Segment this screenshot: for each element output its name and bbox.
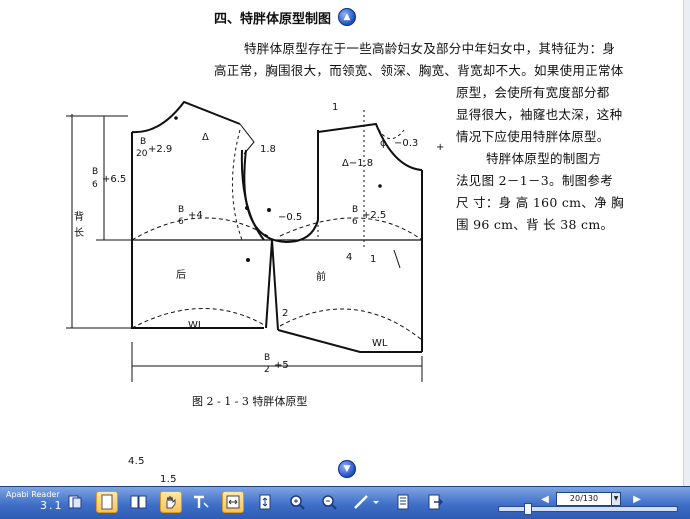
- paragraph-line: 高正常，胸围很大，而领宽、领深、胸宽、背宽却不大。如果使用正常体: [214, 63, 624, 78]
- side-two-label: 2: [282, 308, 288, 319]
- scroll-down-icon[interactable]: ▼: [338, 460, 356, 478]
- fit-page-icon: [259, 494, 271, 510]
- paragraph-line: 显得很大，袖窿也太深，这种: [456, 107, 623, 122]
- export-button[interactable]: [424, 491, 446, 513]
- b-denominator: 6: [92, 180, 98, 190]
- back-width-label: +2.9: [148, 144, 172, 155]
- paragraph-line: 围 96 cm、背 长 38 cm。: [456, 217, 614, 232]
- front-piece-label: 前: [316, 270, 326, 283]
- fit-width-button[interactable]: [222, 491, 244, 513]
- front-bust-label: +2.5: [362, 210, 386, 221]
- hand-icon: [166, 495, 176, 509]
- front-hem: [277, 329, 422, 353]
- pen-icon: [354, 495, 368, 509]
- side-seam-front: [271, 239, 279, 331]
- b6-denominator-front: 6: [352, 217, 358, 227]
- reader-toolbar: Apabi Reader 3.1 ◀ 20/130 ▼ ▶: [0, 486, 690, 519]
- bust-addition-label: +6.5: [102, 174, 126, 185]
- b2-denominator: 2: [264, 365, 270, 375]
- top-one-label: 1: [332, 102, 338, 113]
- waist-line-right: WL: [372, 338, 388, 349]
- paragraph-line: 尺 寸：身 高 160 cm、净 胸: [456, 195, 624, 210]
- back-length-label-1: 背: [74, 210, 84, 223]
- paragraph-line: 特胖体原型的制图方: [486, 151, 602, 166]
- figure-caption: 图 2 - 1 - 3 特胖体原型: [192, 395, 308, 408]
- page-slider-thumb[interactable]: [524, 503, 532, 515]
- scroll-up-icon[interactable]: ▲: [338, 8, 356, 26]
- bookmark-button[interactable]: [392, 491, 414, 513]
- phi-label: ϕ: [380, 138, 387, 149]
- two-page-icon: [130, 495, 147, 509]
- b20-denominator: 20: [136, 149, 148, 159]
- zoom-out-icon: [322, 495, 337, 510]
- next-figure-label: 4.5: [128, 456, 145, 467]
- app-version: 3.1: [40, 499, 64, 512]
- armhole-label: −0.5: [278, 212, 302, 223]
- chevron-down-icon: [373, 501, 379, 504]
- thumbnails-icon: [68, 495, 82, 509]
- page-indicator[interactable]: 20/130: [556, 492, 612, 506]
- b20-numerator: B: [140, 137, 146, 147]
- document-page: 四、特胖体原型制图 ▲ 特胖体原型存在于一些高龄妇女及部分中年妇女中，其特征为：…: [0, 0, 690, 486]
- back-length-label-2: 长: [74, 227, 84, 239]
- annotation-dropdown-button[interactable]: [370, 491, 382, 513]
- fit-width-icon: [226, 495, 240, 509]
- zoom-out-button[interactable]: [318, 491, 340, 513]
- single-page-view-button[interactable]: [96, 491, 118, 513]
- single-page-icon: [101, 494, 113, 510]
- section-heading: 四、特胖体原型制图: [214, 12, 332, 27]
- back-bust-label: +4: [188, 210, 203, 221]
- b6-denominator-back: 6: [178, 217, 184, 227]
- hand-tool-button[interactable]: [160, 491, 182, 513]
- b-numerator: B: [92, 167, 98, 177]
- side-seam-back: [265, 239, 273, 329]
- b6-numerator-front: B: [352, 205, 358, 215]
- vertical-scrollbar[interactable]: [683, 0, 690, 486]
- paragraph-line: 原型，会使所有宽度部分都: [456, 85, 610, 100]
- next-figure-label: 1.5: [160, 474, 177, 485]
- one-right-label: 1: [370, 254, 376, 265]
- app-name: Apabi Reader: [6, 490, 60, 499]
- back-piece-label: 后: [176, 269, 186, 281]
- page-thumbnails-button[interactable]: [64, 491, 86, 513]
- front-shoulder-label: Δ−1.8: [342, 158, 373, 169]
- b6-numerator-back: B: [178, 205, 184, 215]
- paragraph-line: 特胖体原型存在于一些高龄妇女及部分中年妇女中，其特征为：身: [244, 41, 616, 56]
- next-page-icon[interactable]: ▶: [630, 492, 644, 506]
- pen-annotation-button[interactable]: [350, 491, 372, 513]
- page-dropdown-icon[interactable]: ▼: [611, 492, 621, 506]
- zoom-in-button[interactable]: [286, 491, 308, 513]
- delta-label: Δ: [202, 132, 209, 143]
- four-label: 4: [346, 252, 352, 263]
- text-select-icon: [194, 495, 209, 508]
- hem-width-label: +5: [274, 360, 289, 371]
- text-select-button[interactable]: [190, 491, 212, 513]
- zoom-in-icon: [290, 495, 305, 510]
- b2-numerator: B: [264, 353, 270, 363]
- previous-page-icon[interactable]: ◀: [538, 492, 552, 506]
- back-shoulder: [131, 100, 241, 134]
- pattern-drawing: 背 长 B 6 +6.5 B 20 +2.9 Δ 1.8 B 6 +4 −0.5…: [66, 100, 444, 382]
- front-neck-label: −0.3: [394, 138, 418, 149]
- waist-line-left: WL: [188, 320, 204, 331]
- fit-page-button[interactable]: [254, 491, 276, 513]
- shoulder-dart-label: 1.8: [260, 144, 276, 155]
- two-page-view-button[interactable]: [128, 491, 150, 513]
- front-neck-plus-label: +1: [436, 142, 444, 153]
- export-icon: [428, 494, 443, 510]
- paragraph-line: 法见图 2－1－3。制图参考: [456, 173, 614, 188]
- bookmark-icon: [397, 494, 409, 510]
- paragraph-line: 情况下应使用特胖体原型。: [456, 129, 610, 144]
